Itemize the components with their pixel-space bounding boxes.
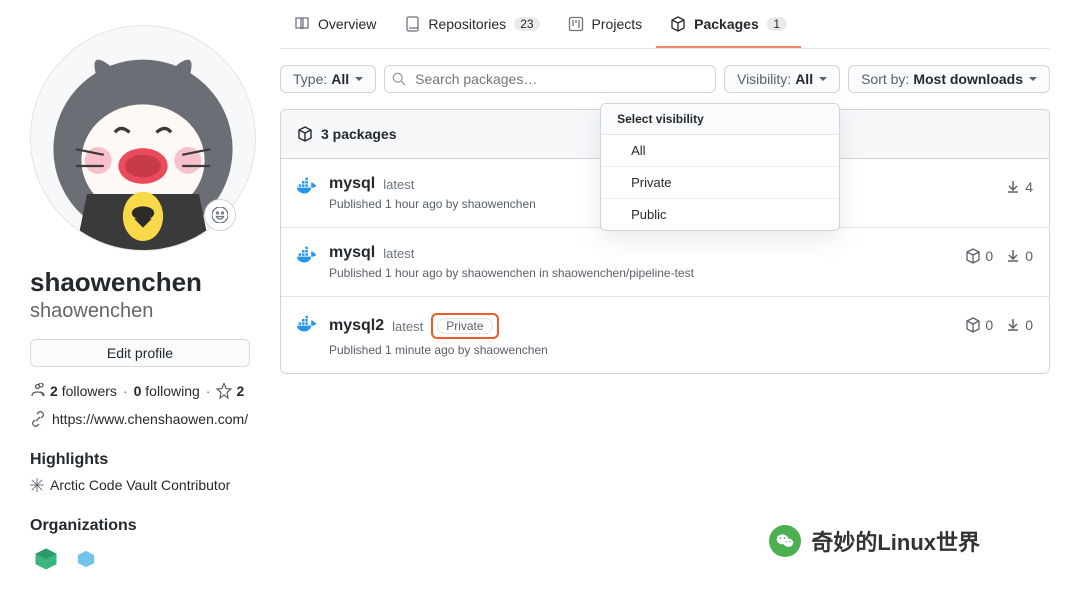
dropdown-item-public[interactable]: Public — [601, 199, 839, 230]
book-icon — [294, 16, 310, 32]
org-badge-2[interactable] — [70, 543, 102, 575]
visibility-dropdown: Select visibility All Private Public — [600, 103, 840, 231]
docker-icon — [297, 315, 317, 333]
sort-filter[interactable]: Sort by: Most downloads — [848, 65, 1050, 93]
dropdown-item-all[interactable]: All — [601, 135, 839, 167]
edit-profile-button[interactable]: Edit profile — [30, 339, 250, 367]
stars-count[interactable]: 2 — [236, 383, 244, 399]
search-icon — [392, 72, 406, 89]
chevron-down-icon — [1029, 77, 1037, 81]
tab-overview[interactable]: Overview — [280, 0, 390, 48]
type-filter[interactable]: Type: All — [280, 65, 376, 93]
following-link[interactable]: 0 following — [134, 383, 200, 399]
package-stats: 00 — [965, 248, 1033, 264]
repo-icon — [404, 16, 420, 32]
repo-count: 23 — [514, 17, 539, 31]
chevron-down-icon — [355, 77, 363, 81]
org-badge-1[interactable] — [30, 543, 62, 575]
package-icon — [297, 126, 313, 142]
package-tag: latest — [383, 177, 414, 192]
package-meta: Published 1 minute ago by shaowenchen — [329, 343, 953, 357]
package-meta: Published 1 hour ago by shaowenchen in s… — [329, 266, 953, 280]
deps-stat: 0 — [965, 248, 993, 264]
package-stats: 00 — [965, 317, 1033, 333]
dropdown-header: Select visibility — [601, 104, 839, 135]
download-icon — [1005, 179, 1021, 195]
profile-tabs: Overview Repositories 23 Projects Packag… — [280, 0, 1050, 49]
packages-count: 1 — [767, 17, 787, 31]
downloads-stat: 4 — [1005, 179, 1033, 195]
tab-packages[interactable]: Packages 1 — [656, 0, 801, 48]
tab-projects[interactable]: Projects — [554, 0, 657, 48]
wechat-icon — [769, 525, 801, 557]
package-icon — [670, 16, 686, 32]
avatar-wrap — [30, 25, 250, 251]
visibility-filter[interactable]: Visibility: All — [724, 65, 840, 93]
package-dep-icon — [965, 248, 981, 264]
link-icon — [30, 411, 46, 427]
chevron-down-icon — [819, 77, 827, 81]
private-highlight: Private — [431, 313, 498, 339]
profile-stats: 2 followers · 0 following · 2 — [30, 383, 250, 399]
highlight-item: Arctic Code Vault Contributor — [30, 477, 250, 493]
website-link[interactable]: https://www.chenshaowen.com/ — [30, 411, 250, 427]
package-tag: latest — [383, 246, 414, 261]
package-name[interactable]: mysql2 — [329, 317, 384, 335]
tab-repositories[interactable]: Repositories 23 — [390, 0, 553, 48]
star-icon — [216, 383, 232, 399]
downloads-stat: 0 — [1005, 248, 1033, 264]
downloads-stat: 0 — [1005, 317, 1033, 333]
snowflake-icon — [30, 478, 44, 492]
download-icon — [1005, 248, 1021, 264]
download-icon — [1005, 317, 1021, 333]
private-badge: Private — [437, 318, 492, 334]
smiley-icon — [212, 207, 228, 223]
docker-icon — [297, 177, 317, 195]
package-name[interactable]: mysql — [329, 175, 375, 193]
docker-icon — [297, 246, 317, 264]
project-icon — [568, 16, 584, 32]
package-dep-icon — [965, 317, 981, 333]
watermark: 奇妙的Linux世界 — [769, 525, 980, 557]
package-item: mysql latest Published 1 hour ago by sha… — [281, 228, 1049, 297]
followers-link[interactable]: 2 followers — [50, 383, 117, 399]
package-name[interactable]: mysql — [329, 244, 375, 262]
profile-login: shaowenchen — [30, 300, 250, 323]
package-item: mysql2 latest Private Published 1 minute… — [281, 297, 1049, 373]
people-icon — [30, 383, 46, 399]
profile-name: shaowenchen — [30, 267, 250, 298]
set-status-button[interactable] — [204, 199, 236, 231]
deps-stat: 0 — [965, 317, 993, 333]
package-tag: latest — [392, 319, 423, 334]
package-stats: 4 — [1005, 179, 1033, 195]
highlights-heading: Highlights — [30, 451, 250, 469]
search-packages-input[interactable] — [384, 65, 716, 93]
orgs-heading: Organizations — [30, 517, 250, 535]
dropdown-item-private[interactable]: Private — [601, 167, 839, 199]
